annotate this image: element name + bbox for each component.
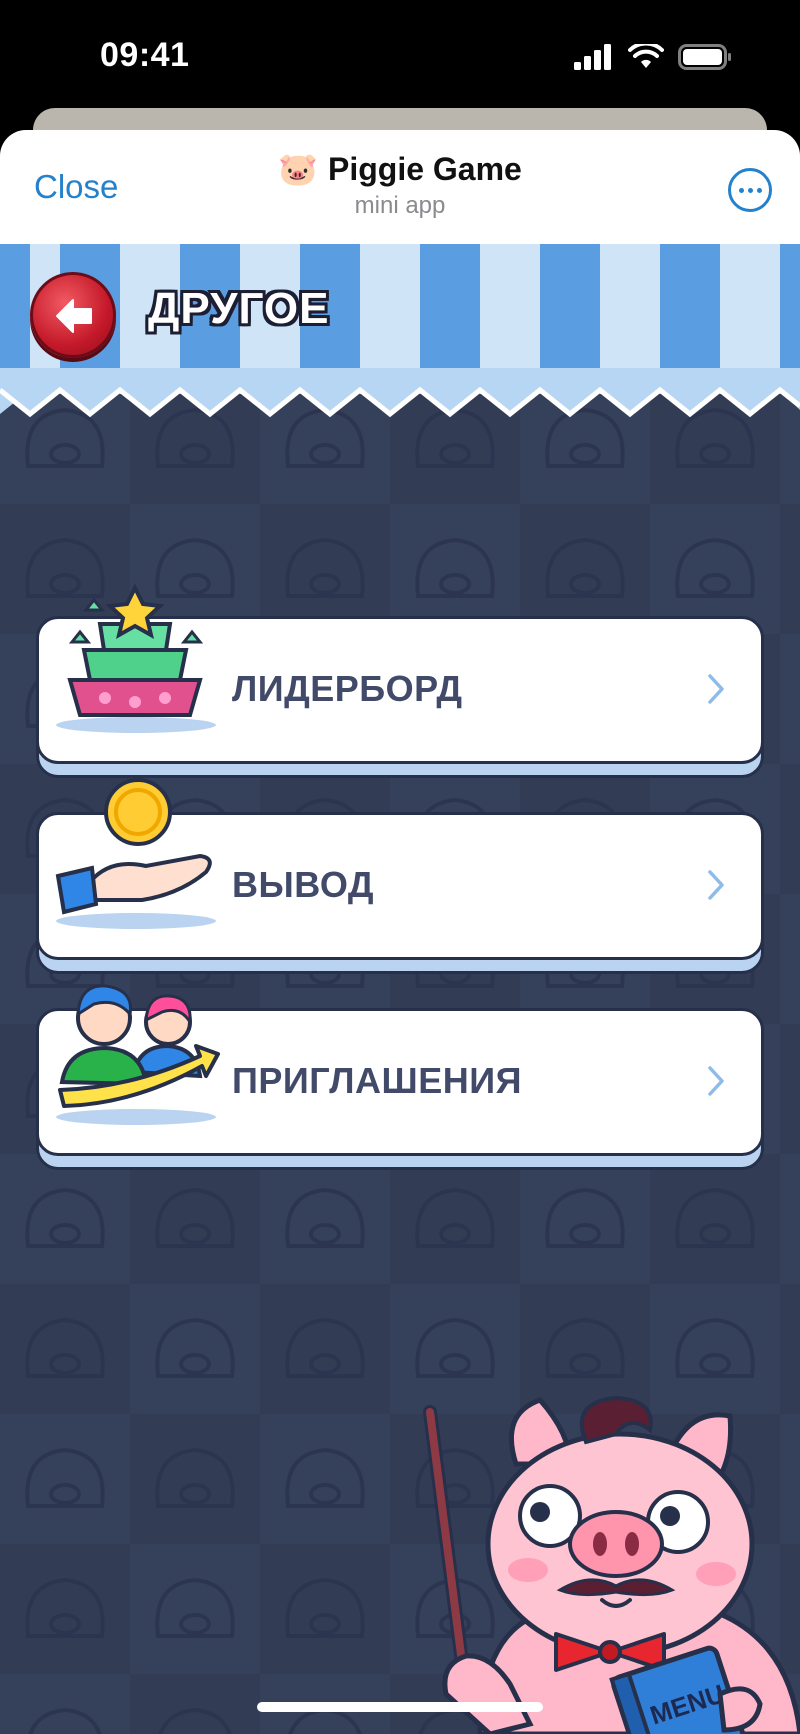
status-bar: 09:41 — [0, 0, 800, 110]
menu-item-invites[interactable]: ПРИГЛАШЕНИЯ — [36, 984, 764, 1170]
chevron-right-icon — [708, 1066, 724, 1096]
app-title: 🐷 Piggie Game — [278, 150, 522, 188]
back-button[interactable] — [30, 272, 116, 358]
ellipsis-icon — [738, 187, 744, 193]
battery-icon — [678, 44, 731, 70]
more-button[interactable] — [728, 168, 772, 212]
pig-mascot-illustration: MENU — [423, 1395, 800, 1734]
mini-app-header: Close 🐷 Piggie Game mini app — [0, 130, 800, 244]
striped-awning — [0, 244, 800, 418]
status-icons — [574, 44, 732, 70]
app-title-text: Piggie Game — [328, 150, 522, 187]
status-time: 09:41 — [100, 36, 190, 74]
home-indicator[interactable] — [257, 1702, 543, 1712]
title-block: 🐷 Piggie Game mini app — [0, 150, 800, 220]
game-content: ДРУГОЕ ЛИДЕРБОРД ВЫВОД ПРИГЛАШЕНИЯ MENU — [0, 244, 800, 1734]
menu-item-leaderboard[interactable]: ЛИДЕРБОРД — [36, 583, 764, 778]
chevron-right-icon — [708, 674, 724, 704]
page-title: ДРУГОЕ — [148, 284, 330, 333]
menu-item-withdraw[interactable]: ВЫВОД — [36, 778, 764, 974]
wifi-icon — [628, 44, 664, 68]
menu-item-label: ЛИДЕРБОРД — [232, 668, 463, 709]
app-subtitle: mini app — [354, 192, 446, 219]
menu-item-label: ПРИГЛАШЕНИЯ — [232, 1060, 522, 1101]
pig-emoji-icon: 🐷 — [278, 151, 318, 187]
friends-invite-icon — [56, 984, 220, 1125]
trophy-podium-icon — [56, 583, 216, 733]
chevron-right-icon — [708, 870, 724, 900]
arrow-left-icon — [56, 299, 92, 333]
coin-hand-icon — [55, 778, 216, 929]
cellular-signal-icon — [574, 44, 611, 70]
mini-app-sheet: Close 🐷 Piggie Game mini app ДРУГОЕ ЛИДЕ… — [0, 130, 800, 1734]
menu-item-label: ВЫВОД — [232, 864, 375, 905]
